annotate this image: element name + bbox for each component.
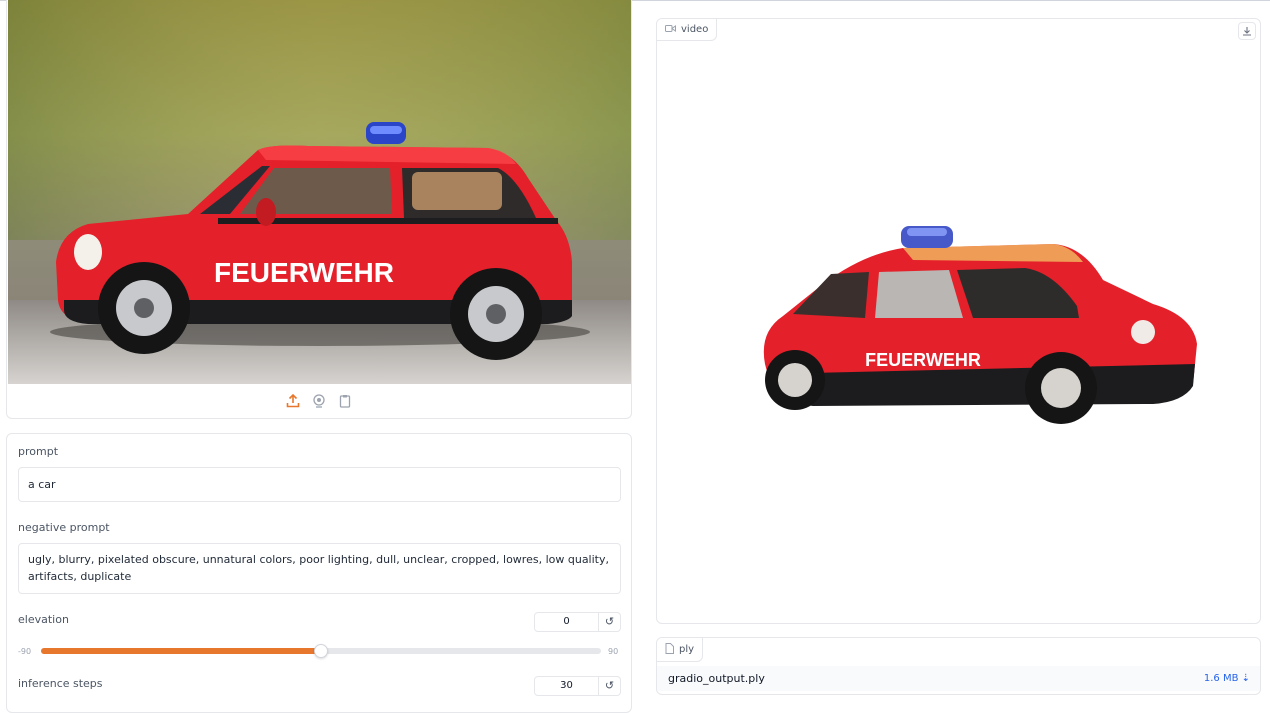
clipboard-icon[interactable] xyxy=(337,393,353,409)
ply-file-panel: ply gradio_output.ply 1.6 MB ⇣ xyxy=(656,637,1261,695)
video-label: video xyxy=(681,24,709,35)
car-photo-svg: FEUERWEHR xyxy=(8,0,631,384)
inference-steps-label: inference steps xyxy=(18,677,103,690)
elevation-min-label: -90 xyxy=(18,647,32,656)
prompt-input[interactable]: a car xyxy=(18,467,621,502)
negative-prompt-label: negative prompt xyxy=(18,521,110,534)
elevation-slider-fill xyxy=(41,648,321,654)
file-size-download-link[interactable]: 1.6 MB ⇣ xyxy=(1204,673,1250,684)
video-output-panel: video FEUERWEHR xyxy=(656,18,1261,624)
elevation-label: elevation xyxy=(18,613,69,626)
parameters-panel: prompt a car negative prompt ugly, blurr… xyxy=(6,433,632,713)
car-door-text: FEUERWEHR xyxy=(214,257,394,288)
rendered-car-svg: FEUERWEHR xyxy=(763,226,1197,424)
input-image: FEUERWEHR xyxy=(8,0,631,384)
elevation-slider-thumb[interactable] xyxy=(314,644,328,658)
prompt-label: prompt xyxy=(18,445,59,458)
file-icon xyxy=(665,642,674,657)
elevation-max-label: 90 xyxy=(608,647,619,656)
elevation-slider[interactable] xyxy=(41,644,601,658)
video-frame[interactable]: FEUERWEHR xyxy=(753,214,1213,449)
video-icon xyxy=(665,24,676,36)
inference-steps-number-input[interactable]: 30 xyxy=(534,676,599,696)
download-button[interactable] xyxy=(1238,22,1256,40)
upload-icon[interactable] xyxy=(285,393,301,409)
input-image-panel[interactable]: FEUERWEHR xyxy=(6,0,632,419)
download-icon xyxy=(1243,27,1251,36)
webcam-icon[interactable] xyxy=(311,393,327,409)
ply-label: ply xyxy=(679,644,695,655)
video-tag: video xyxy=(657,19,718,41)
ply-tag: ply xyxy=(657,638,704,662)
elevation-number-input[interactable]: 0 xyxy=(534,612,599,632)
image-source-toolbar xyxy=(7,386,631,416)
file-name: gradio_output.ply xyxy=(668,672,765,685)
file-row: gradio_output.ply 1.6 MB ⇣ xyxy=(657,666,1260,691)
inference-steps-reset-button[interactable]: ↺ xyxy=(599,676,621,696)
negative-prompt-input[interactable]: ugly, blurry, pixelated obscure, unnatur… xyxy=(18,543,621,594)
elevation-reset-button[interactable]: ↺ xyxy=(599,612,621,632)
rendered-car-text: FEUERWEHR xyxy=(865,350,981,370)
